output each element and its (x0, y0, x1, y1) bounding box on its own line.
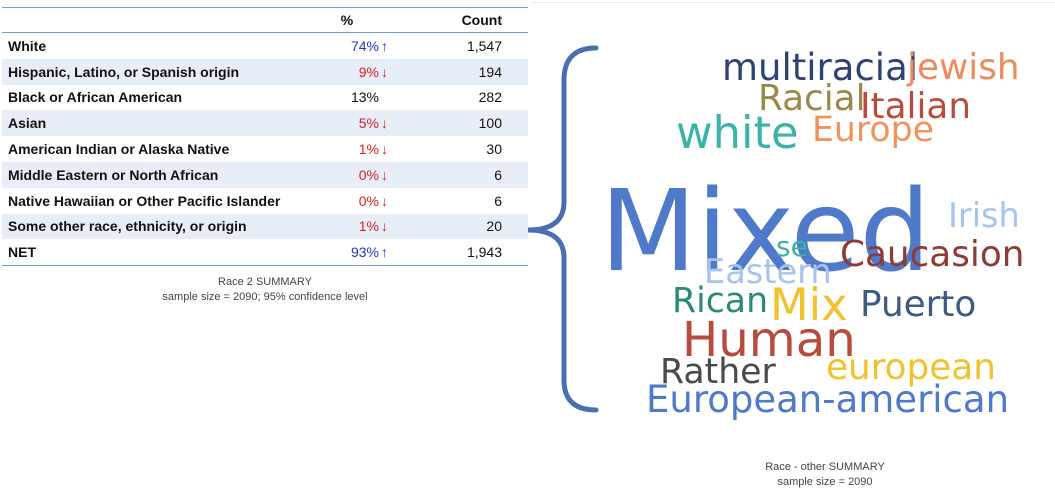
arrow-down-icon: ↓ (381, 192, 388, 209)
arrow-down-icon: ↓ (381, 166, 388, 183)
row-category: Hispanic, Latino, or Spanish origin (2, 58, 292, 85)
row-percent-cell: 5% ↓ (292, 110, 402, 137)
row-category: White (8, 37, 47, 54)
arrow-down-icon: ↓ (381, 218, 388, 235)
row-count: 194 (402, 58, 528, 85)
row-percent: 74% (350, 37, 379, 54)
category-header (2, 7, 292, 33)
table-row: NET 93% ↑ 1,943 (2, 239, 528, 267)
word-rather: Rather (660, 352, 777, 392)
row-percent-cell: 93% ↑ (292, 239, 402, 267)
curly-brace-connector (527, 45, 599, 413)
row-category: Asian (2, 110, 292, 137)
table-caption: Race 2 SUMMARY sample size = 2090; 95% c… (2, 275, 528, 305)
wordcloud-caption-title: Race - other SUMMARY (765, 461, 885, 473)
word-se: se (776, 230, 808, 263)
row-category: Native Hawaiian or Other Pacific Islande… (8, 192, 281, 209)
count-header: Count (402, 7, 528, 33)
table-row: American Indian or Alaska Native 1% ↓ 30 (2, 136, 528, 162)
table-caption-detail: sample size = 2090; 95% confidence level (162, 291, 368, 303)
row-count: 1,547 (466, 37, 502, 54)
table-row: Some other race, ethnicity, or origin 1% ↓… (2, 213, 528, 240)
row-percent-cell: 1% ↓ (292, 213, 402, 240)
word-europe: Europe (812, 110, 934, 150)
word-caucasion: Caucasion (840, 234, 1024, 275)
table-row: Black or African American 13%↓ 282 (2, 85, 528, 111)
word-eastern: Eastern (704, 252, 832, 291)
row-count: 100 (402, 110, 528, 137)
row-percent: 9% (358, 63, 379, 80)
row-percent: 1% (358, 218, 379, 235)
word-irish: Irish (948, 196, 1020, 235)
wordcloud-caption-detail: sample size = 2090 (777, 476, 873, 488)
row-percent-cell: 0% ↓ (292, 188, 402, 214)
arrow-up-icon: ↑ (381, 37, 388, 54)
row-count: 20 (402, 213, 528, 240)
arrow-down-icon: ↓ (381, 63, 388, 80)
row-count: 6 (402, 161, 528, 188)
arrow-down-icon: ↓ (381, 115, 388, 132)
row-count: 1,943 (402, 239, 528, 267)
percent-header: % (292, 7, 402, 33)
row-category: Black or African American (8, 89, 183, 106)
row-percent: 0% (358, 166, 379, 183)
race-summary-table-container: % Count White 74% ↑ 1,547 Hispanic, Latino, … (2, 7, 528, 267)
row-percent-cell: 13%↓ (292, 85, 402, 111)
row-count: 282 (478, 89, 502, 106)
row-percent: 5% (358, 115, 379, 132)
row-percent-cell: 1% ↓ (292, 136, 402, 162)
table-row: White 74% ↑ 1,547 (2, 33, 528, 59)
row-percent: 13% (350, 89, 379, 106)
table-body: White 74% ↑ 1,547 Hispanic, Latino, or Spani… (2, 33, 528, 267)
row-category: American Indian or Alaska Native (8, 141, 230, 158)
arrow-up-icon: ↑ (381, 244, 388, 261)
row-percent-cell: 9% ↓ (292, 58, 402, 85)
row-category: NET (2, 239, 292, 267)
word-cloud: MixedHumanwhiteMixmultiracialEuropean-am… (600, 46, 1024, 421)
row-category: Some other race, ethnicity, or origin (2, 213, 292, 240)
row-percent-cell: 74% ↑ (292, 33, 402, 59)
table-header-row: % Count (2, 7, 528, 33)
row-percent: 0% (358, 192, 379, 209)
row-percent: 93% (350, 244, 379, 261)
row-count: 6 (494, 192, 502, 209)
word-european: european (826, 347, 996, 388)
row-percent-cell: 0% ↓ (292, 161, 402, 188)
race-summary-table: % Count White 74% ↑ 1,547 Hispanic, Latino, … (2, 7, 528, 267)
word-puerto: Puerto (860, 284, 976, 325)
row-percent: 1% (358, 141, 379, 158)
row-category: Middle Eastern or North African (2, 161, 292, 188)
table-row: Hispanic, Latino, or Spanish origin 9% ↓ 19… (2, 58, 528, 85)
wordcloud-caption: Race - other SUMMARY sample size = 2090 (640, 460, 1010, 490)
table-caption-title: Race 2 SUMMARY (218, 276, 312, 288)
table-row: Middle Eastern or North African 0% ↓ 6 (2, 161, 528, 188)
table-row: Asian 5% ↓ 100 (2, 110, 528, 137)
table-row: Native Hawaiian or Other Pacific Islande… (2, 188, 528, 214)
row-count: 30 (486, 141, 502, 158)
word-jewish: jewish (906, 47, 1020, 88)
top-divider (530, 2, 1055, 3)
arrow-down-icon: ↓ (381, 141, 388, 158)
